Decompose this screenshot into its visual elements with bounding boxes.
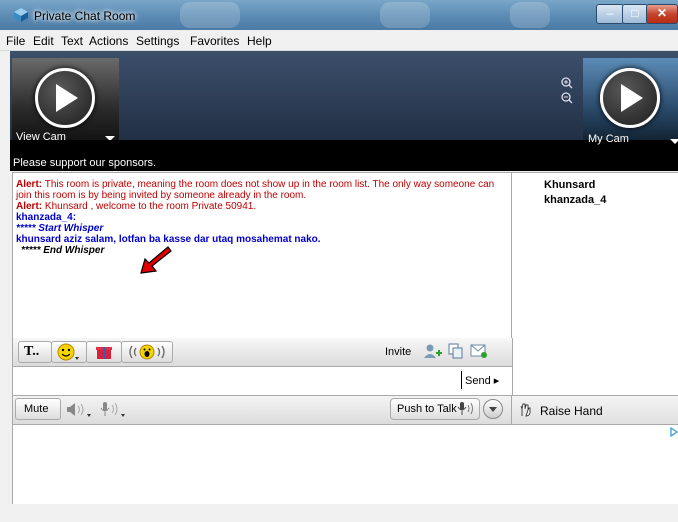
buzz-icon (129, 344, 165, 360)
push-to-talk-label: Push to Talk (397, 403, 457, 415)
message-input[interactable] (15, 369, 459, 391)
window-title: Private Chat Room (34, 9, 136, 23)
ad-choices-icon[interactable] (670, 427, 678, 437)
sponsor-text: Please support our sponsors. (13, 157, 157, 169)
window-left-border (0, 51, 10, 504)
menu-text[interactable]: Text (61, 34, 83, 48)
zoom-controls (561, 77, 573, 104)
alert-label: Alert: (16, 179, 43, 190)
user-list-item[interactable]: khanzada_4 (544, 194, 606, 206)
maximize-icon: □ (631, 6, 639, 20)
smiley-icon (57, 343, 79, 361)
message-input-area: Send ▸ (12, 366, 513, 396)
advertisement-area (12, 424, 678, 506)
view-cam-panel[interactable]: View Cam (12, 58, 119, 143)
zoom-out-icon[interactable] (561, 92, 573, 104)
microphone-volume-icon[interactable] (99, 401, 129, 419)
speaker-volume-icon[interactable] (65, 402, 95, 418)
chat-message: Alert: This room is private, meaning the… (16, 179, 512, 201)
send-separator (461, 371, 462, 389)
minimize-icon: – (606, 6, 614, 20)
chevron-down-icon (489, 407, 497, 412)
app-icon (14, 8, 28, 22)
sender-name: khanzada_4: (16, 212, 77, 223)
menu-bar: File Edit Text Actions Settings Favorite… (0, 30, 678, 51)
chat-messages: Alert: This room is private, meaning the… (12, 172, 513, 339)
send-button[interactable]: Send ▸ (465, 374, 499, 387)
status-bar (0, 504, 678, 522)
user-list-item[interactable]: Khunsard (544, 179, 595, 191)
close-button[interactable]: ✕ (646, 4, 678, 24)
copy-icon[interactable] (448, 343, 464, 359)
invite-label[interactable]: Invite (385, 346, 411, 358)
push-to-talk-button[interactable]: Push to Talk (390, 398, 480, 420)
mute-label: Mute (24, 403, 49, 415)
microphone-icon (457, 402, 473, 415)
add-user-icon[interactable] (423, 343, 443, 359)
menu-actions[interactable]: Actions (89, 34, 128, 48)
hand-icon (520, 403, 531, 417)
view-cam-play-button[interactable] (35, 68, 95, 128)
chevron-down-icon[interactable] (670, 139, 678, 144)
menu-help[interactable]: Help (247, 34, 272, 48)
whisper-message: khunsard aziz salam, lotfan ba kasse dar… (16, 234, 321, 245)
alert-text: Khunsard , welcome to the room Private 5… (42, 201, 257, 212)
maximize-button[interactable]: □ (622, 4, 648, 24)
emoticon-button[interactable] (51, 341, 87, 363)
close-icon: ✕ (656, 6, 668, 20)
raise-hand-label: Raise Hand (540, 404, 603, 418)
alert-text: This room is private, meaning the room d… (16, 179, 495, 201)
text-format-label: T.. (24, 344, 40, 359)
menu-favorites[interactable]: Favorites (190, 34, 239, 48)
alert-label: Alert: (16, 201, 43, 212)
text-format-button[interactable]: T.. (18, 341, 52, 363)
email-icon[interactable] (470, 343, 488, 359)
buzz-button[interactable] (121, 341, 173, 363)
my-cam-label: My Cam (588, 133, 629, 145)
my-cam-panel[interactable] (583, 58, 678, 143)
chat-message: Alert: Khunsard , welcome to the room Pr… (16, 201, 512, 212)
audio-options-button[interactable] (483, 399, 503, 419)
menu-settings[interactable]: Settings (136, 34, 179, 48)
annotation-arrow-icon (140, 246, 172, 274)
minimize-button[interactable]: – (596, 4, 624, 24)
chat-toolbar: T.. Invite (12, 338, 513, 367)
gift-icon (96, 347, 112, 359)
play-icon (621, 84, 643, 112)
raise-hand-button[interactable]: Raise Hand (511, 395, 678, 425)
cam-label-strip (10, 140, 678, 156)
menu-file[interactable]: File (6, 34, 25, 48)
whisper-end: ***** End Whisper (21, 245, 105, 256)
mute-button[interactable]: Mute (15, 398, 61, 420)
zoom-in-icon[interactable] (561, 77, 573, 89)
user-list: Khunsard khanzada_4 (511, 172, 678, 400)
whisper-start: ***** Start Whisper (16, 223, 104, 234)
gift-button[interactable] (86, 341, 122, 363)
my-cam-play-button[interactable] (600, 68, 660, 128)
play-icon (56, 84, 78, 112)
menu-edit[interactable]: Edit (33, 34, 54, 48)
sponsor-bar: Please support our sponsors. (10, 156, 678, 171)
audio-bar: Mute Push to Talk (12, 395, 513, 425)
